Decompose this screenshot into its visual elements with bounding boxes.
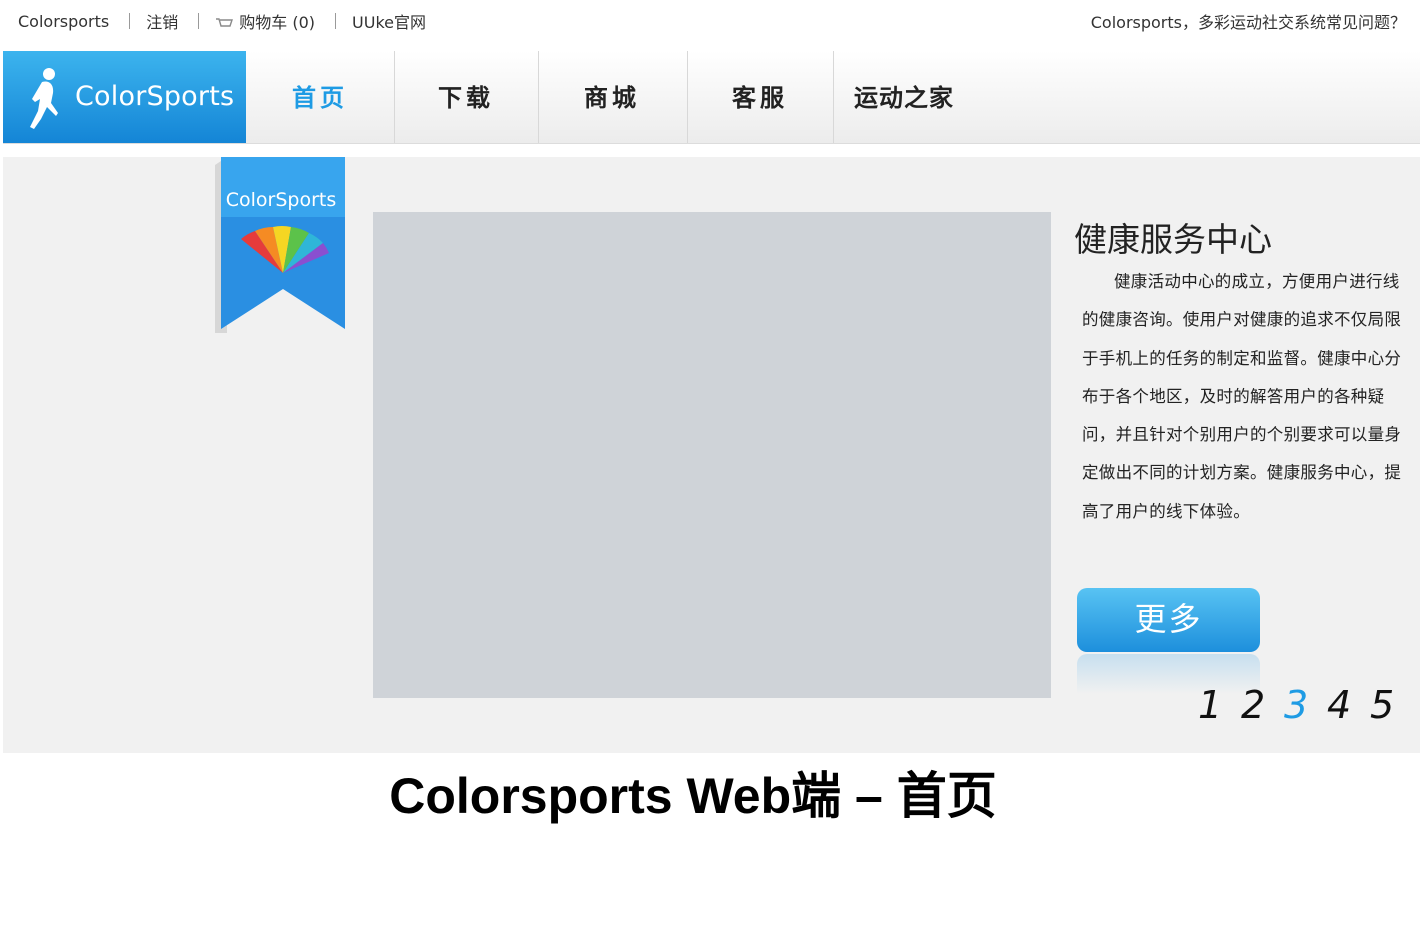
- page-caption: Colorsports Web端 – 首页: [389, 768, 997, 824]
- top-link-logout[interactable]: 注销: [146, 9, 178, 33]
- logo-text: ColorSports: [75, 81, 235, 112]
- nav-item-home[interactable]: 首页: [246, 51, 394, 143]
- top-link-divider: [129, 13, 131, 29]
- nav-item-sports-home[interactable]: 运动之家: [833, 51, 975, 143]
- top-link-cart[interactable]: 购物车 (0): [215, 9, 315, 33]
- pager-item[interactable]: 2: [1241, 683, 1284, 727]
- pager-item[interactable]: 4: [1327, 683, 1370, 727]
- ribbon-badge: [215, 157, 345, 333]
- faq-link[interactable]: Colorsports，多彩运动社交系统常见问题？: [1091, 9, 1406, 33]
- cart-icon: [216, 18, 234, 27]
- top-utility-bar: Colorsports 注销 购物车 (0) UUke官网 Colorsport…: [0, 0, 1426, 40]
- pager-item[interactable]: 5: [1370, 683, 1413, 727]
- nav-item-mall[interactable]: 商城: [538, 51, 686, 143]
- top-link-divider: [198, 13, 200, 29]
- hero-photo: [373, 212, 1051, 698]
- main-nav: ColorSports 首页 下载 商城 客服 运动之家: [3, 51, 1420, 144]
- more-button[interactable]: 更多: [1077, 588, 1260, 652]
- runner-icon: [30, 68, 58, 129]
- top-link-colorsports[interactable]: Colorsports: [18, 12, 109, 31]
- top-link-divider: [335, 13, 337, 29]
- panel-description: 健康活动中心的成立，方便用户进行线的健康咨询。使用户对健康的追求不仅局限于手机上…: [1082, 272, 1402, 521]
- top-links: Colorsports 注销 购物车 (0) UUke官网: [18, 9, 426, 33]
- pager-item-active[interactable]: 3: [1284, 683, 1327, 727]
- top-link-cart-label: 购物车 (0): [239, 13, 316, 32]
- logo[interactable]: ColorSports: [3, 51, 246, 143]
- slide-pager: 1 2 3 4 5: [1198, 683, 1413, 727]
- hero-photo-box: [373, 212, 1051, 698]
- hero-banner: ColorSports 健康服务中心 健康活动中心的成立，方便用户进行线的健康咨…: [3, 157, 1420, 753]
- nav-item-service[interactable]: 客服: [687, 51, 833, 143]
- panel-title: 健康服务中心: [1074, 220, 1272, 259]
- top-link-uuke[interactable]: UUke官网: [352, 9, 426, 33]
- nav-item-download[interactable]: 下载: [394, 51, 538, 143]
- pager-item[interactable]: 1: [1198, 683, 1241, 727]
- ribbon-text: ColorSports: [225, 189, 337, 211]
